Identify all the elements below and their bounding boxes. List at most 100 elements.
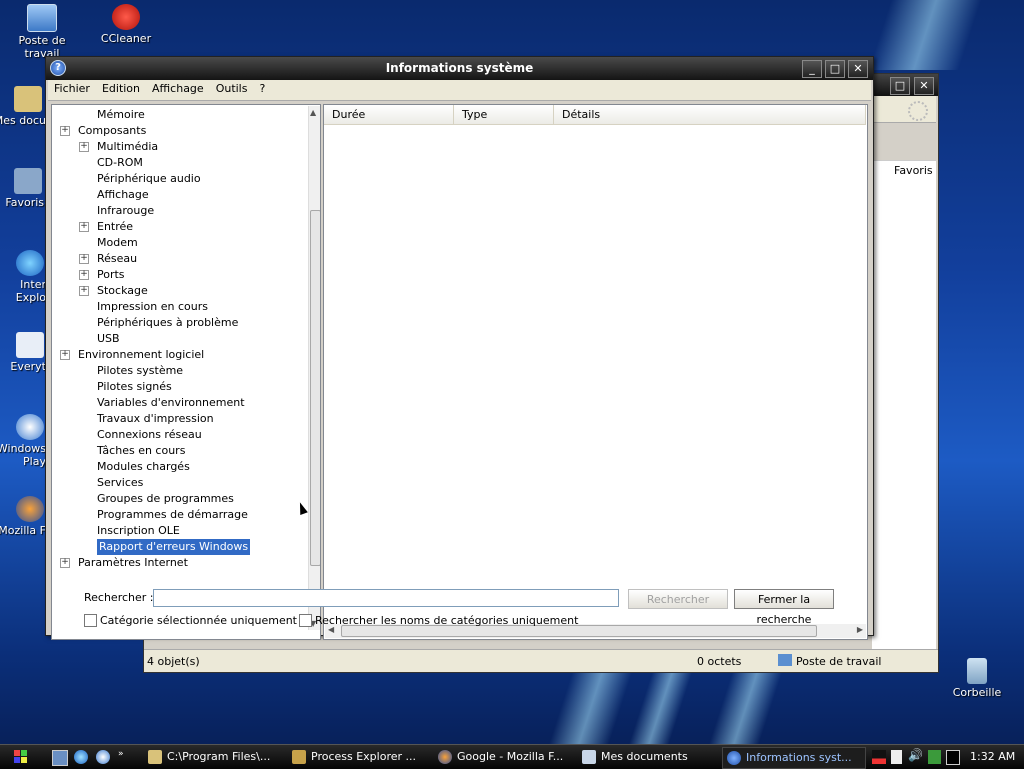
- taskbar-item-process-explorer[interactable]: Process Explorer ...: [292, 747, 428, 767]
- favorites-icon: [14, 168, 42, 194]
- tree-item[interactable]: Périphérique audio: [52, 171, 307, 187]
- tree-item-label: Entrée: [97, 220, 134, 233]
- expand-toggle-icon[interactable]: +: [60, 350, 70, 360]
- details-list[interactable]: Durée Type Détails ◀ ▶: [323, 104, 868, 640]
- expand-toggle-icon[interactable]: +: [60, 558, 70, 568]
- desktop-icon-everything[interactable]: Everyt: [0, 332, 46, 373]
- category-names-checkbox[interactable]: [299, 614, 312, 627]
- menu-affichage[interactable]: Affichage: [146, 80, 210, 95]
- tree-item[interactable]: + Environnement logiciel: [52, 347, 307, 363]
- tree-item[interactable]: Modem: [52, 235, 307, 251]
- tray-security-icon[interactable]: [928, 750, 941, 764]
- scroll-right-arrow[interactable]: ▶: [857, 625, 863, 634]
- column-header-type[interactable]: Type: [454, 105, 554, 125]
- quicklaunch-more-icon[interactable]: »: [118, 749, 124, 759]
- start-button[interactable]: [14, 750, 28, 764]
- tray-volume-icon[interactable]: 🔊: [908, 748, 923, 762]
- show-desktop-icon[interactable]: [52, 750, 68, 766]
- desktop-icon-recycle-bin[interactable]: Corbeille: [937, 658, 1017, 699]
- tree-item[interactable]: Impression en cours: [52, 299, 307, 315]
- desktop-icon-internet-explorer[interactable]: Inter Explo: [0, 250, 46, 304]
- expand-toggle-icon[interactable]: +: [60, 126, 70, 136]
- tree-item[interactable]: + Entrée: [52, 219, 307, 235]
- tree-item[interactable]: Services: [52, 475, 307, 491]
- tree-item-label: Tâches en cours: [97, 444, 186, 457]
- close-search-button[interactable]: Fermer la recherche: [734, 589, 834, 626]
- column-header-duree[interactable]: Durée: [324, 105, 454, 125]
- menu-edition[interactable]: Edition: [96, 80, 146, 95]
- selected-category-label: Catégorie sélectionnée uniquement: [100, 614, 297, 627]
- my-computer-small-icon: [778, 654, 792, 666]
- media-player-quicklaunch-icon[interactable]: [96, 750, 110, 764]
- menu-fichier[interactable]: Fichier: [48, 80, 96, 95]
- maximize-button[interactable]: □: [825, 60, 845, 78]
- tree-item[interactable]: Rapport d'erreurs Windows: [52, 539, 307, 555]
- selected-category-checkbox[interactable]: [84, 614, 97, 627]
- back-close-button[interactable]: ✕: [914, 77, 934, 95]
- desktop-icon-my-computer[interactable]: Poste de travail: [2, 4, 82, 60]
- close-button[interactable]: ✕: [848, 60, 868, 78]
- search-button[interactable]: Rechercher: [628, 589, 728, 609]
- favorites-label[interactable]: Favoris: [894, 164, 933, 177]
- tree-item[interactable]: Travaux d'impression: [52, 411, 307, 427]
- taskbar-item-program-files[interactable]: C:\Program Files\...: [148, 747, 284, 767]
- tray-network-activity-icon[interactable]: [872, 750, 886, 764]
- expand-toggle-icon[interactable]: +: [79, 254, 89, 264]
- minimize-button[interactable]: _: [802, 60, 822, 78]
- tree-item[interactable]: Groupes de programmes: [52, 491, 307, 507]
- tree-item[interactable]: Inscription OLE: [52, 523, 307, 539]
- tree-item[interactable]: Affichage: [52, 187, 307, 203]
- column-header-details[interactable]: Détails: [554, 105, 866, 125]
- tree-item-label: Périphériques à problème: [97, 316, 239, 329]
- scroll-thumb[interactable]: [310, 210, 320, 566]
- tree-vertical-scrollbar[interactable]: ▲ ▼: [308, 106, 320, 630]
- tree-item[interactable]: Pilotes signés: [52, 379, 307, 395]
- desktop-icon-favorites[interactable]: Favoris: [0, 168, 44, 209]
- back-maximize-button[interactable]: □: [890, 77, 910, 95]
- menu-help[interactable]: ?: [253, 80, 271, 95]
- tray-terminal-icon[interactable]: [946, 750, 960, 765]
- expand-toggle-icon[interactable]: +: [79, 286, 89, 296]
- tree-item[interactable]: + Stockage: [52, 283, 307, 299]
- tree-item[interactable]: + Multimédia: [52, 139, 307, 155]
- tree-item[interactable]: CD-ROM: [52, 155, 307, 171]
- expand-toggle-icon[interactable]: +: [79, 142, 89, 152]
- scroll-up-arrow[interactable]: ▲: [310, 108, 316, 117]
- ie-quicklaunch-icon[interactable]: [74, 750, 88, 764]
- search-input[interactable]: [153, 589, 619, 607]
- tree-item[interactable]: + Ports: [52, 267, 307, 283]
- tray-document-icon[interactable]: [891, 750, 902, 764]
- tree-item[interactable]: Mémoire: [52, 107, 307, 123]
- tree-item[interactable]: Infrarouge: [52, 203, 307, 219]
- taskbar-item-system-information[interactable]: Informations syst...: [722, 747, 866, 769]
- tree-item[interactable]: Modules chargés: [52, 459, 307, 475]
- tree-item[interactable]: Variables d'environnement: [52, 395, 307, 411]
- tree-item[interactable]: Connexions réseau: [52, 427, 307, 443]
- internet-explorer-icon: [16, 250, 44, 276]
- tree-item[interactable]: + Paramètres Internet: [52, 555, 307, 571]
- tree-item[interactable]: Programmes de démarrage: [52, 507, 307, 523]
- tree-item[interactable]: USB: [52, 331, 307, 347]
- menu-outils[interactable]: Outils: [210, 80, 254, 95]
- documents-icon: [582, 750, 596, 764]
- tree-item[interactable]: Pilotes système: [52, 363, 307, 379]
- taskbar-item-my-documents[interactable]: Mes documents: [582, 747, 718, 767]
- window-titlebar[interactable]: ? Informations système _ □ ✕: [46, 57, 873, 80]
- clock[interactable]: 1:32 AM: [970, 750, 1015, 763]
- tree-item[interactable]: Tâches en cours: [52, 443, 307, 459]
- firefox-icon: [438, 750, 452, 764]
- taskbar-item-firefox[interactable]: Google - Mozilla F...: [438, 747, 574, 767]
- desktop-icon-ccleaner[interactable]: CCleaner: [86, 4, 166, 45]
- tree-item-label: Groupes de programmes: [97, 492, 234, 505]
- expand-toggle-icon[interactable]: +: [79, 270, 89, 280]
- tree-item[interactable]: + Composants: [52, 123, 307, 139]
- desktop-icon-windows-media-player[interactable]: Windows Play: [0, 414, 46, 468]
- tree-item-label: Variables d'environnement: [97, 396, 245, 409]
- tree-item[interactable]: Périphériques à problème: [52, 315, 307, 331]
- system-information-window[interactable]: ? Informations système _ □ ✕ Fichier Edit…: [45, 56, 874, 640]
- expand-toggle-icon[interactable]: +: [79, 222, 89, 232]
- tree-item[interactable]: + Réseau: [52, 251, 307, 267]
- desktop-icon-my-documents[interactable]: Mes docu: [0, 86, 46, 127]
- desktop-icon-mozilla-firefox[interactable]: Mozilla F: [0, 496, 46, 537]
- category-tree[interactable]: Mémoire + Composants + Multimédia CD-ROM Périp…: [51, 104, 321, 640]
